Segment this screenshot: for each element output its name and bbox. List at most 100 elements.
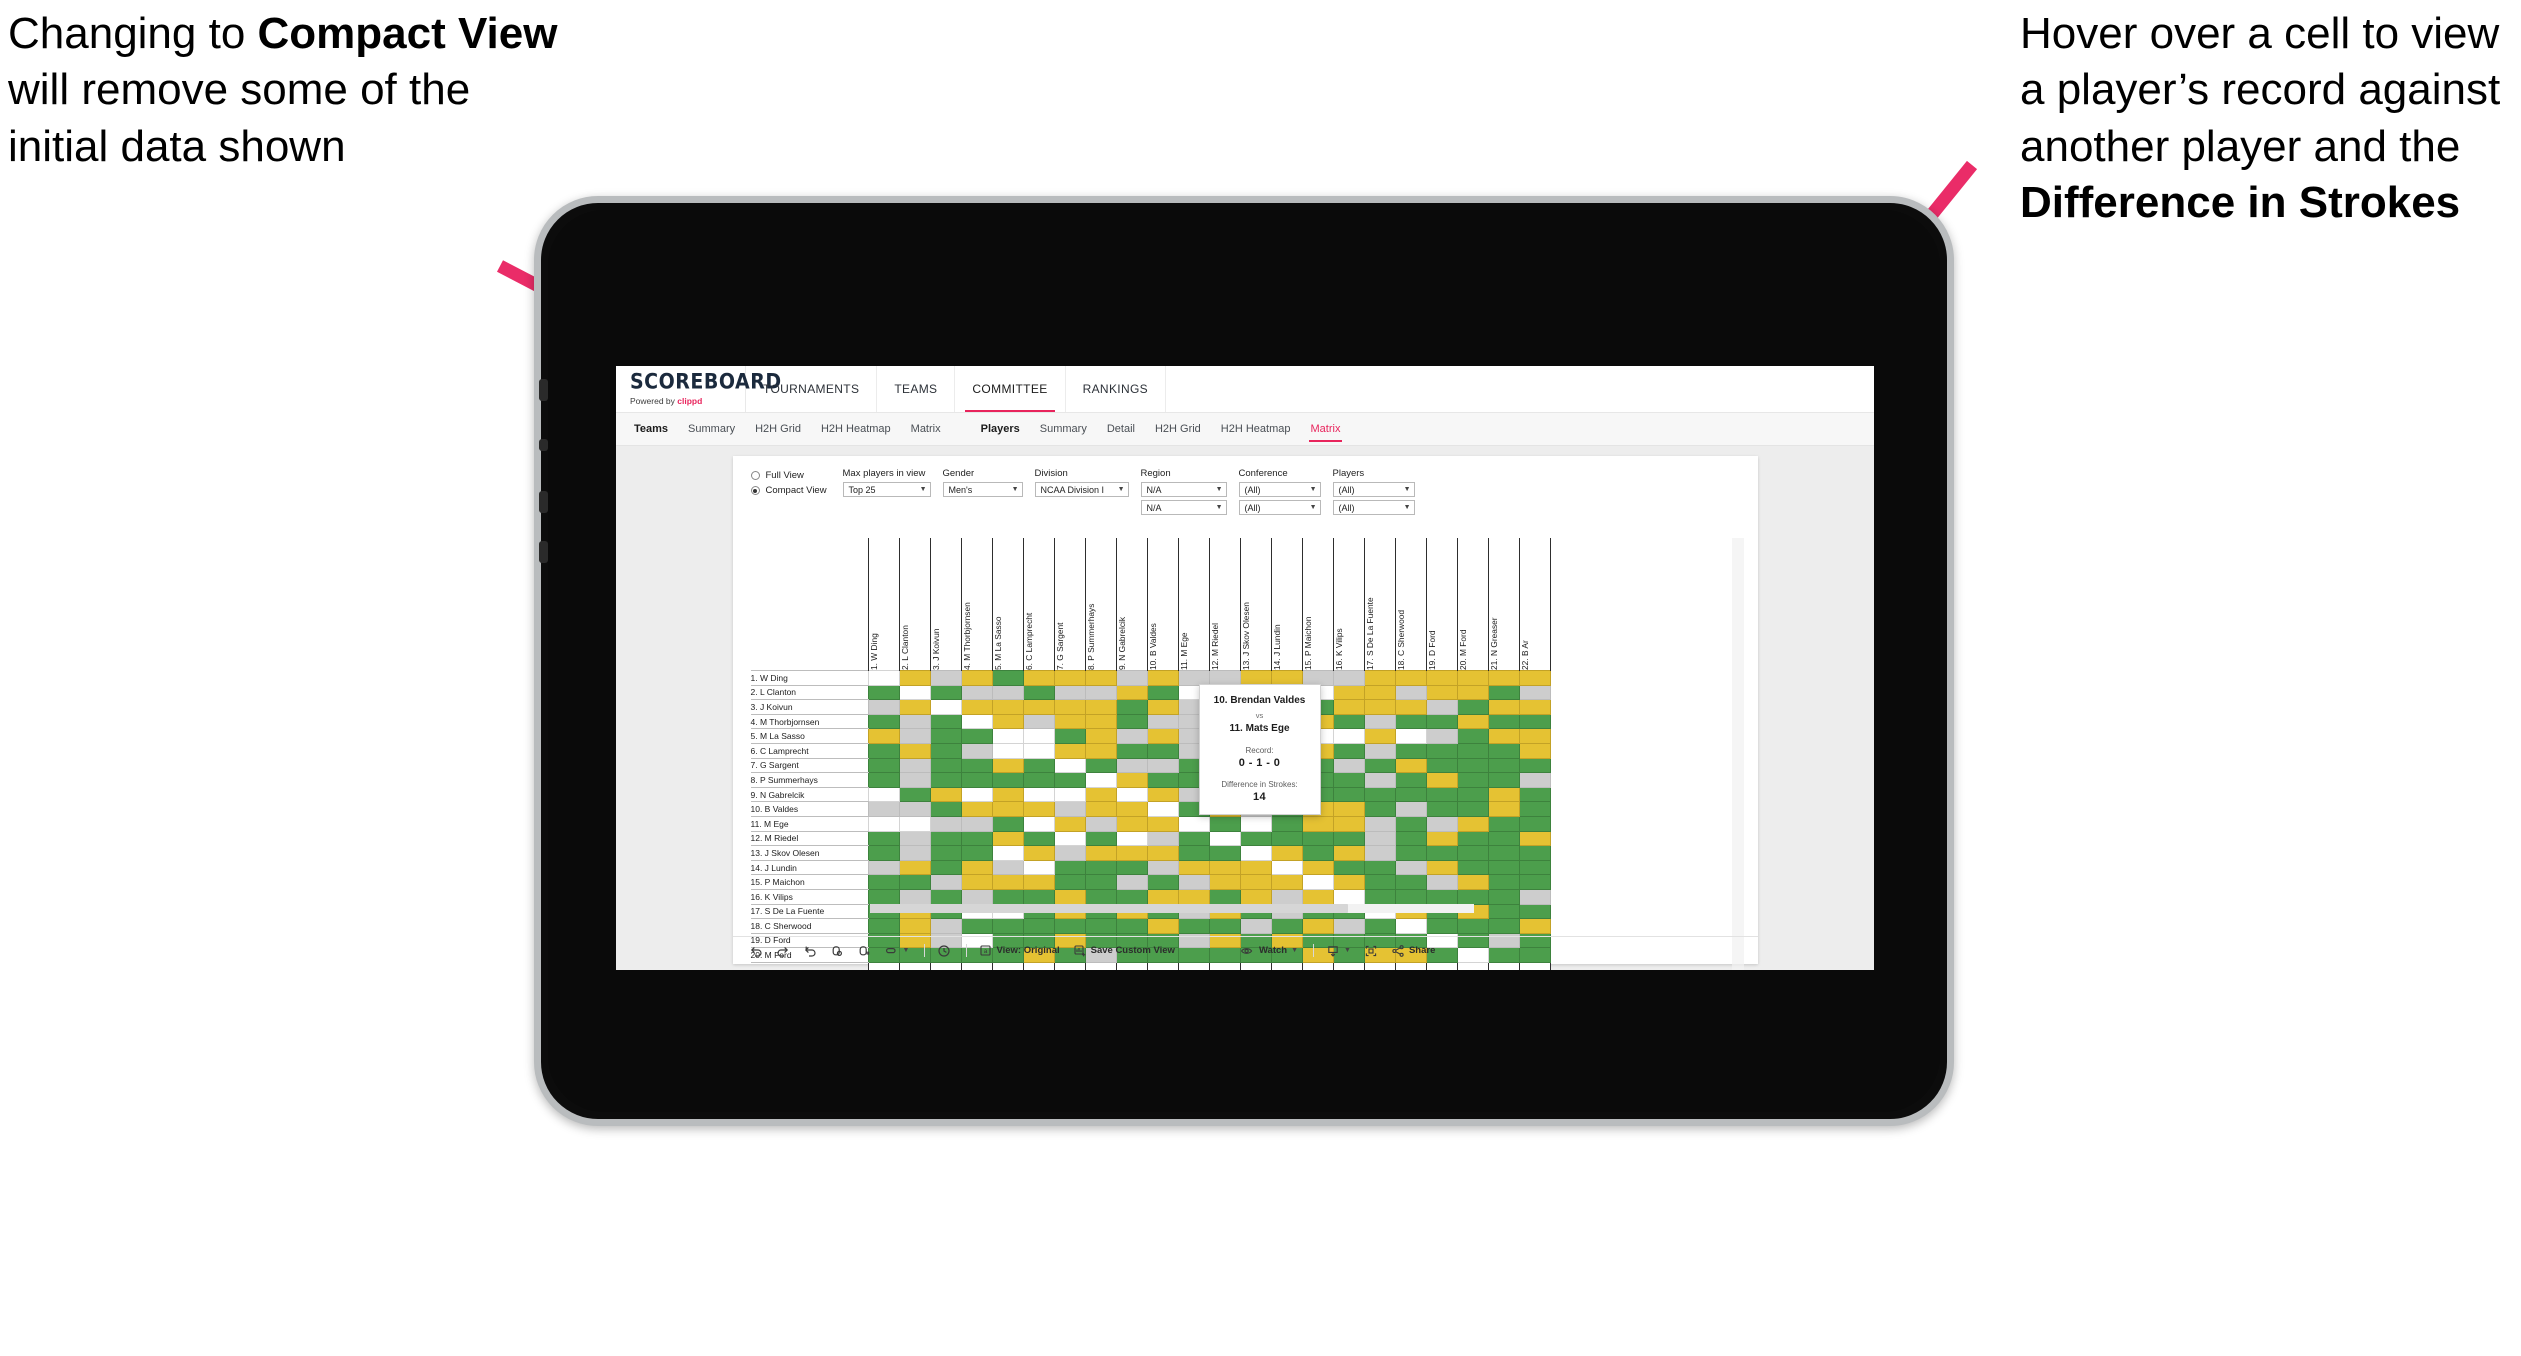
highlight-button[interactable]: ▼ xyxy=(884,944,909,958)
matrix-row-header[interactable]: 13. J Skov Olesen xyxy=(750,845,869,861)
matrix-cell[interactable] xyxy=(961,888,993,905)
matrix-cell[interactable] xyxy=(1457,859,1489,876)
filter-players-select[interactable]: (All) ▼ xyxy=(1332,482,1415,497)
watch-button[interactable]: Watch ▼ xyxy=(1240,944,1298,958)
matrix-cell[interactable] xyxy=(961,684,993,701)
matrix-cell[interactable] xyxy=(930,742,962,759)
matrix-cell[interactable] xyxy=(1054,757,1086,774)
matrix-cell[interactable] xyxy=(1426,815,1458,832)
matrix-cell[interactable] xyxy=(1333,815,1365,832)
matrix-cell[interactable] xyxy=(1364,670,1396,686)
filter-players-select-secondary[interactable]: (All) ▼ xyxy=(1332,500,1415,515)
matrix-cell[interactable] xyxy=(1302,830,1334,847)
matrix-cell[interactable] xyxy=(1116,728,1148,744)
matrix-cell[interactable] xyxy=(899,728,931,744)
filter-conference-select[interactable]: (All) ▼ xyxy=(1238,482,1321,497)
matrix-cell[interactable] xyxy=(1488,874,1520,890)
matrix-cell[interactable] xyxy=(1426,713,1458,730)
matrix-cell[interactable] xyxy=(1147,713,1179,730)
matrix-cell[interactable] xyxy=(1023,772,1055,788)
matrix-cell[interactable] xyxy=(1519,728,1551,744)
fullscreen-button[interactable] xyxy=(1364,944,1378,958)
horizontal-scrollbar-thumb[interactable] xyxy=(869,904,1348,913)
matrix-cell[interactable] xyxy=(1085,684,1117,701)
matrix-cell[interactable] xyxy=(1426,801,1458,817)
matrix-column-header[interactable]: 13. J Skov Olesen xyxy=(1240,538,1272,671)
matrix-cell[interactable] xyxy=(1023,684,1055,701)
nav-rankings[interactable]: RANKINGS xyxy=(1066,366,1167,412)
matrix-cell[interactable] xyxy=(1364,801,1396,817)
matrix-cell[interactable] xyxy=(899,859,931,876)
matrix-cell[interactable] xyxy=(1116,830,1148,847)
matrix-cell[interactable] xyxy=(1457,684,1489,701)
matrix-row-header[interactable]: 8. P Summerhays xyxy=(750,772,869,788)
matrix-cell[interactable] xyxy=(868,845,900,861)
matrix-cell[interactable] xyxy=(961,713,993,730)
radio-compact-view-control[interactable] xyxy=(750,486,760,495)
matrix-cell[interactable] xyxy=(1271,830,1303,847)
matrix-row-header[interactable]: 9. N Gabrelcik xyxy=(750,786,869,803)
matrix-cell[interactable] xyxy=(1023,874,1055,890)
matrix-cell[interactable] xyxy=(1395,713,1427,730)
matrix-cell[interactable] xyxy=(1426,888,1458,905)
matrix-column-header[interactable]: 4. M Thorbjornsen xyxy=(961,538,993,671)
matrix-cell[interactable] xyxy=(1488,918,1520,934)
matrix-cell[interactable] xyxy=(1302,918,1334,934)
matrix-cell[interactable] xyxy=(868,742,900,759)
matrix-cell[interactable] xyxy=(1395,888,1427,905)
matrix-cell[interactable] xyxy=(930,815,962,832)
matrix-cell[interactable] xyxy=(1178,670,1210,686)
matrix-cell[interactable] xyxy=(899,786,931,803)
matrix-cell[interactable] xyxy=(1085,728,1117,744)
matrix-cell[interactable] xyxy=(1116,699,1148,715)
matrix-cell[interactable] xyxy=(930,786,962,803)
matrix-cell[interactable] xyxy=(1519,699,1551,715)
matrix-cell[interactable] xyxy=(961,757,993,774)
matrix-cell[interactable] xyxy=(1395,742,1427,759)
matrix-cell[interactable] xyxy=(1364,888,1396,905)
matrix-cell[interactable] xyxy=(1395,772,1427,788)
matrix-cell[interactable] xyxy=(1364,699,1396,715)
nav-tournaments[interactable]: TOURNAMENTS xyxy=(746,366,878,412)
matrix-cell[interactable] xyxy=(992,713,1024,730)
device-button-volume-down[interactable] xyxy=(539,491,548,513)
matrix-row-header[interactable]: 16. K Vilips xyxy=(750,888,869,905)
subnav-teams-h2h-grid[interactable]: H2H Grid xyxy=(745,413,811,445)
matrix-cell[interactable] xyxy=(1519,713,1551,730)
matrix-cell[interactable] xyxy=(930,728,962,744)
matrix-cell[interactable] xyxy=(868,874,900,890)
matrix-cell[interactable] xyxy=(1085,830,1117,847)
matrix-cell[interactable] xyxy=(930,801,962,817)
matrix-cell[interactable] xyxy=(1054,699,1086,715)
matrix-cell[interactable] xyxy=(1085,859,1117,876)
matrix-cell[interactable] xyxy=(1457,728,1489,744)
matrix-cell[interactable] xyxy=(992,684,1024,701)
matrix-cell[interactable] xyxy=(1178,874,1210,890)
matrix-cell[interactable] xyxy=(930,757,962,774)
subnav-players-summary[interactable]: Summary xyxy=(1030,413,1097,445)
matrix-cell[interactable] xyxy=(868,713,900,730)
matrix-cell[interactable] xyxy=(1271,874,1303,890)
matrix-cell[interactable] xyxy=(1426,742,1458,759)
matrix-cell[interactable] xyxy=(1023,757,1055,774)
matrix-cell[interactable] xyxy=(961,859,993,876)
matrix-cell[interactable] xyxy=(992,888,1024,905)
matrix-cell[interactable] xyxy=(1333,859,1365,876)
subnav-teams-summary[interactable]: Summary xyxy=(678,413,745,445)
matrix-cell[interactable] xyxy=(1054,918,1086,934)
matrix-cell[interactable] xyxy=(1116,786,1148,803)
save-custom-view-button[interactable]: Save Custom View xyxy=(1073,944,1175,958)
matrix-cell[interactable] xyxy=(1147,801,1179,817)
filter-region-select[interactable]: N/A ▼ xyxy=(1140,482,1227,497)
matrix-cell[interactable] xyxy=(1364,684,1396,701)
matrix-column-header[interactable]: 20. M Ford xyxy=(1457,538,1489,671)
matrix-cell[interactable] xyxy=(899,772,931,788)
matrix-cell[interactable] xyxy=(1395,830,1427,847)
matrix-cell[interactable] xyxy=(1147,772,1179,788)
matrix-cell[interactable] xyxy=(992,859,1024,876)
matrix-cell[interactable] xyxy=(899,684,931,701)
matrix-cell[interactable] xyxy=(1085,699,1117,715)
filter-conference-select-secondary[interactable]: (All) ▼ xyxy=(1238,500,1321,515)
matrix-column-header[interactable]: 16. K Vilips xyxy=(1333,538,1365,671)
matrix-cell[interactable] xyxy=(1364,845,1396,861)
